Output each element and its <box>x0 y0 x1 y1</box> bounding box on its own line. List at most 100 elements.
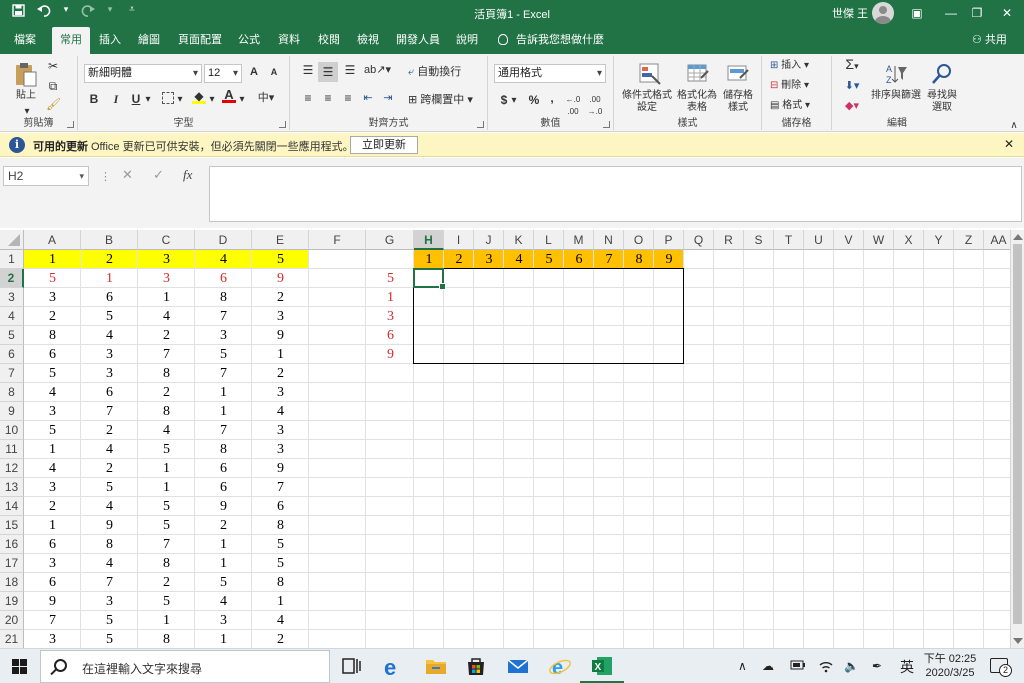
taskbar-search-box[interactable]: 在這裡輸入文字來搜尋 <box>40 650 330 683</box>
cell-d16[interactable]: 1 <box>195 535 252 554</box>
row-header-2[interactable]: 2 <box>0 269 24 288</box>
row-header-15[interactable]: 15 <box>0 516 24 535</box>
tab-draw[interactable]: 繪圖 <box>130 27 168 54</box>
cell-e9[interactable]: 4 <box>252 402 309 421</box>
row-header-7[interactable]: 7 <box>0 364 24 383</box>
underline-dropdown-icon[interactable]: ▾ <box>144 94 152 106</box>
column-header-m[interactable]: M <box>564 230 594 250</box>
cell-d4[interactable]: 7 <box>195 307 252 326</box>
paste-button[interactable]: 貼上 <box>12 90 40 102</box>
tab-view[interactable]: 檢視 <box>350 27 386 54</box>
row-header-16[interactable]: 16 <box>0 535 24 554</box>
alignment-launcher-icon[interactable] <box>477 121 484 128</box>
cell-b14[interactable]: 4 <box>81 497 138 516</box>
row-header-1[interactable]: 1 <box>0 250 24 269</box>
copy-icon[interactable]: ⧉ <box>46 80 60 92</box>
column-header-g[interactable]: G <box>366 230 414 250</box>
align-center-icon[interactable]: ≡ <box>320 92 336 104</box>
cell-a8[interactable]: 4 <box>24 383 81 402</box>
cell-b9[interactable]: 7 <box>81 402 138 421</box>
cell-e19[interactable]: 1 <box>252 592 309 611</box>
cell-e20[interactable]: 4 <box>252 611 309 630</box>
cell-b17[interactable]: 4 <box>81 554 138 573</box>
cell-a1[interactable]: 1 <box>24 250 81 269</box>
cell-e2[interactable]: 9 <box>252 269 309 288</box>
cell-e18[interactable]: 8 <box>252 573 309 592</box>
task-view-icon[interactable] <box>340 654 364 678</box>
user-name[interactable]: 世傑 王 <box>832 5 868 21</box>
row-header-13[interactable]: 13 <box>0 478 24 497</box>
enter-entry-icon[interactable]: ✓ <box>153 167 164 183</box>
cell-a14[interactable]: 2 <box>24 497 81 516</box>
align-top-icon[interactable]: ☰ <box>300 64 316 76</box>
name-box[interactable]: H2 ▾ <box>3 166 89 186</box>
row-header-10[interactable]: 10 <box>0 421 24 440</box>
italic-button[interactable]: I <box>108 92 124 107</box>
cell-e4[interactable]: 3 <box>252 307 309 326</box>
cell-d10[interactable]: 7 <box>195 421 252 440</box>
windows-start-icon[interactable] <box>12 659 27 674</box>
cell-a15[interactable]: 1 <box>24 516 81 535</box>
excel-taskbar-icon[interactable]: X <box>580 654 624 683</box>
formula-input[interactable] <box>209 166 1022 222</box>
column-header-e[interactable]: E <box>252 230 309 250</box>
clear-icon[interactable]: ◆▾ <box>840 100 864 112</box>
cell-b13[interactable]: 5 <box>81 478 138 497</box>
cell-c13[interactable]: 1 <box>138 478 195 497</box>
phonetic-icon[interactable]: 中▾ <box>256 92 276 104</box>
column-header-y[interactable]: Y <box>924 230 954 250</box>
cell-e16[interactable]: 5 <box>252 535 309 554</box>
cell-b16[interactable]: 8 <box>81 535 138 554</box>
cell-c2[interactable]: 3 <box>138 269 195 288</box>
cell-a10[interactable]: 5 <box>24 421 81 440</box>
vertical-scrollbar[interactable] <box>1010 230 1024 648</box>
fill-icon[interactable]: ⬇▾ <box>840 80 864 92</box>
cell-c6[interactable]: 7 <box>138 345 195 364</box>
row-header-3[interactable]: 3 <box>0 288 24 307</box>
tab-page-layout[interactable]: 頁面配置 <box>172 27 228 54</box>
cell-d14[interactable]: 9 <box>195 497 252 516</box>
tab-help[interactable]: 說明 <box>450 27 484 54</box>
decrease-indent-icon[interactable]: ⇤ <box>360 92 376 104</box>
cell-g5[interactable]: 6 <box>366 326 394 345</box>
cell-a6[interactable]: 6 <box>24 345 81 364</box>
cell-c19[interactable]: 5 <box>138 592 195 611</box>
row-header-8[interactable]: 8 <box>0 383 24 402</box>
cell-a4[interactable]: 2 <box>24 307 81 326</box>
row-header-17[interactable]: 17 <box>0 554 24 573</box>
comma-button[interactable]: , <box>544 91 560 105</box>
cell-d20[interactable]: 3 <box>195 611 252 630</box>
restore-button[interactable]: ❐ <box>960 0 994 27</box>
wrap-text-button[interactable]: ⤶ 自動換行 <box>408 66 484 78</box>
battery-icon[interactable] <box>790 659 806 674</box>
font-size-combo[interactable]: 12 ▾ <box>204 64 242 83</box>
align-bottom-icon[interactable]: ☰ <box>342 64 358 76</box>
column-header-r[interactable]: R <box>714 230 744 250</box>
row-header-6[interactable]: 6 <box>0 345 24 364</box>
column-header-i[interactable]: I <box>444 230 474 250</box>
avatar[interactable] <box>872 2 894 24</box>
cell-b4[interactable]: 5 <box>81 307 138 326</box>
cell-a2[interactable]: 5 <box>24 269 81 288</box>
cell-e7[interactable]: 2 <box>252 364 309 383</box>
cell-d8[interactable]: 1 <box>195 383 252 402</box>
cell-b3[interactable]: 6 <box>81 288 138 307</box>
cell-j1[interactable]: 3 <box>474 250 504 269</box>
cell-d9[interactable]: 1 <box>195 402 252 421</box>
cell-a21[interactable]: 3 <box>24 630 81 648</box>
merge-center-button[interactable]: ⊞ 跨欄置中 ▾ <box>408 94 486 106</box>
underline-button[interactable]: U <box>128 92 144 106</box>
cell-g2[interactable]: 5 <box>366 269 394 288</box>
column-header-k[interactable]: K <box>504 230 534 250</box>
row-header-18[interactable]: 18 <box>0 573 24 592</box>
cell-o1[interactable]: 8 <box>624 250 654 269</box>
cell-b12[interactable]: 2 <box>81 459 138 478</box>
column-header-b[interactable]: B <box>81 230 138 250</box>
column-header-s[interactable]: S <box>744 230 774 250</box>
cell-c12[interactable]: 1 <box>138 459 195 478</box>
select-all-button[interactable] <box>0 230 24 250</box>
cell-b10[interactable]: 2 <box>81 421 138 440</box>
cell-b7[interactable]: 3 <box>81 364 138 383</box>
column-header-n[interactable]: N <box>594 230 624 250</box>
internet-explorer-icon[interactable]: e <box>548 654 572 679</box>
